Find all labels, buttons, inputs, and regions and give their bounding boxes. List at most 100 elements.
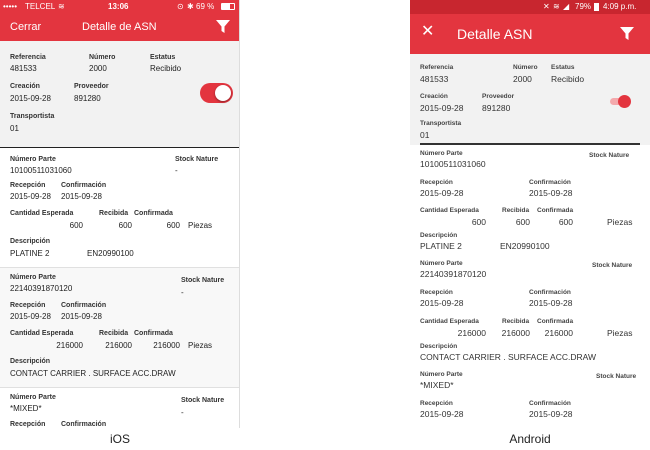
- creacion-value: 2015-09-28: [10, 94, 51, 103]
- recibida-value: 600: [118, 221, 132, 230]
- ios-screen: ••••• TELCEL ≋ 13:06 ⊙ ✱ 69 % Cerrar Det…: [0, 0, 240, 428]
- list-item[interactable]: Número Parte 22140391870120 Stock Nature…: [410, 255, 650, 367]
- transportista-value: 01: [420, 130, 430, 140]
- recepcion-value: 2015-09-28: [420, 188, 464, 198]
- recepcion-label: Recepción: [10, 302, 46, 309]
- recepcion-label: Recepción: [10, 182, 46, 189]
- proveedor-label: Proveedor: [482, 93, 515, 100]
- list-item[interactable]: Número Parte *MIXED* Stock Nature - Rece…: [0, 388, 239, 428]
- unit-label: Piezas: [188, 341, 213, 350]
- confirmacion-value: 2015-09-28: [61, 192, 102, 201]
- descripcion-code: EN20990100: [500, 241, 550, 251]
- list-item[interactable]: Número Parte 10100511031060 Stock Nature…: [0, 150, 239, 268]
- descripcion-label: Descripción: [10, 238, 51, 245]
- recibida-value: 216000: [105, 341, 132, 350]
- confirmacion-label: Confirmación: [529, 289, 571, 296]
- app-bar: ✕ Detalle ASN: [410, 14, 650, 54]
- mute-icon: ✕: [543, 2, 550, 11]
- numero-parte-value: 22140391870120: [420, 269, 487, 279]
- battery-icon: [221, 3, 235, 10]
- recepcion-value: 2015-09-28: [420, 409, 464, 419]
- asn-header: Referencia 481533 Número 2000 Estatus Re…: [0, 41, 239, 148]
- lock-icon: ⊙: [177, 2, 184, 11]
- cantidad-esperada-value: 216000: [457, 328, 486, 338]
- transportista-value: 01: [10, 124, 19, 133]
- cantidad-esperada-value: 600: [69, 221, 83, 230]
- proveedor-label: Proveedor: [74, 83, 109, 90]
- recibida-label: Recibida: [502, 318, 530, 325]
- recibida-label: Recibida: [502, 207, 530, 214]
- stock-nature-label: Stock Nature: [589, 152, 630, 159]
- recepcion-value: 2015-09-28: [10, 192, 51, 201]
- unit-label: Piezas: [607, 217, 633, 227]
- estatus-value: Recibido: [551, 74, 585, 84]
- unit-label: Piezas: [607, 328, 633, 338]
- stock-nature-value: -: [181, 408, 184, 417]
- ios-caption: iOS: [109, 432, 130, 446]
- carrier: TELCEL: [25, 2, 56, 11]
- creacion-label: Creación: [420, 93, 448, 100]
- descripcion-label: Descripción: [10, 358, 51, 365]
- descripcion-label: Descripción: [420, 232, 458, 239]
- recibida-value: 216000: [501, 328, 530, 338]
- confirmada-value: 216000: [544, 328, 573, 338]
- numero-parte-value: 22140391870120: [10, 284, 73, 293]
- status-bar: ••••• TELCEL ≋ 13:06 ⊙ ✱ 69 %: [0, 0, 239, 13]
- descripcion-code: EN20990100: [87, 249, 134, 258]
- recepcion-label: Recepción: [420, 400, 453, 407]
- confirmada-label: Confirmada: [537, 207, 574, 214]
- confirmacion-label: Confirmación: [61, 302, 107, 309]
- list-item[interactable]: Número Parte 22140391870120 Stock Nature…: [0, 268, 239, 388]
- unit-label: Piezas: [188, 221, 213, 230]
- cantidad-esperada-value: 600: [471, 217, 486, 227]
- descripcion-value: CONTACT CARRIER . SURFACE ACC.DRAW: [420, 352, 596, 362]
- numero-value: 2000: [513, 74, 532, 84]
- signal-icon: ◢: [563, 2, 570, 11]
- cantidad-esperada-label: Cantidad Esperada: [420, 318, 479, 325]
- filter-icon[interactable]: [216, 20, 230, 34]
- confirmada-label: Confirmada: [537, 318, 574, 325]
- status-bar: ✕ ≋ ◢ 79% 4:09 p.m.: [410, 0, 650, 14]
- filter-icon[interactable]: [620, 27, 634, 41]
- numero-parte-value: *MIXED*: [10, 404, 42, 413]
- stock-nature-label: Stock Nature: [592, 262, 633, 269]
- list-item[interactable]: Número Parte *MIXED* Stock Nature Recepc…: [410, 367, 650, 428]
- close-icon[interactable]: ✕: [421, 24, 434, 40]
- transportista-label: Transportista: [10, 113, 55, 120]
- recibida-value: 600: [515, 217, 530, 227]
- recepcion-value: 2015-09-28: [420, 298, 464, 308]
- recepcion-value: 2015-09-28: [10, 312, 51, 321]
- estatus-label: Estatus: [150, 54, 176, 61]
- proveedor-value: 891280: [482, 103, 511, 113]
- numero-parte-label: Número Parte: [10, 394, 56, 401]
- confirmacion-label: Confirmación: [61, 421, 107, 428]
- android-caption: Android: [509, 432, 551, 446]
- numero-parte-label: Número Parte: [420, 150, 463, 157]
- wifi-icon: ≋: [553, 2, 560, 11]
- asn-header: Referencia 481533 Número 2000 Estatus Re…: [410, 54, 650, 145]
- confirmada-label: Confirmada: [134, 330, 173, 337]
- cantidad-esperada-label: Cantidad Esperada: [10, 210, 74, 217]
- proveedor-value: 891280: [74, 94, 101, 103]
- recibida-label: Recibida: [99, 330, 129, 337]
- numero-parte-value: 10100511031060: [420, 159, 486, 169]
- numero-parte-label: Número Parte: [420, 371, 463, 378]
- recepcion-label: Recepción: [420, 289, 453, 296]
- stock-nature-label: Stock Nature: [181, 277, 225, 284]
- close-button[interactable]: Cerrar: [10, 21, 41, 33]
- toggle-switch[interactable]: [610, 95, 631, 108]
- list-item[interactable]: Número Parte 10100511031060 Stock Nature…: [410, 145, 650, 255]
- cantidad-esperada-label: Cantidad Esperada: [420, 207, 479, 214]
- battery-percent: 79%: [575, 2, 592, 11]
- toggle-switch[interactable]: [200, 83, 233, 103]
- transportista-label: Transportista: [420, 120, 462, 127]
- confirmada-label: Confirmada: [134, 210, 173, 217]
- confirmada-value: 600: [558, 217, 573, 227]
- creacion-label: Creación: [10, 83, 40, 90]
- referencia-label: Referencia: [10, 54, 46, 61]
- confirmada-value: 600: [166, 221, 180, 230]
- descripcion-value: PLATINE 2: [420, 241, 462, 251]
- bluetooth-icon: ✱: [187, 2, 194, 11]
- confirmacion-value: 2015-09-28: [529, 188, 573, 198]
- clock: 13:06: [108, 2, 129, 11]
